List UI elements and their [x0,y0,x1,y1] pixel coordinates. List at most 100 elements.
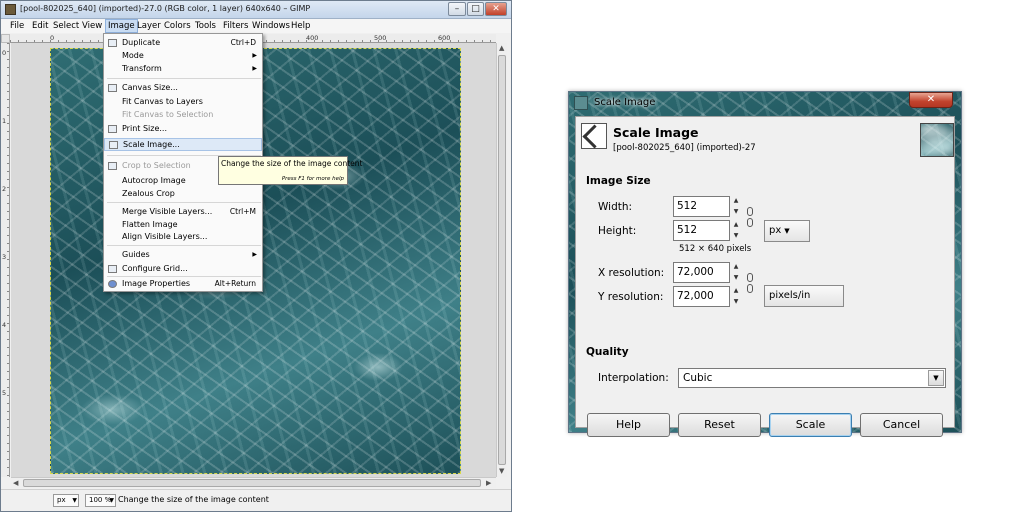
menu-item-mode[interactable]: Mode ▶ [104,50,262,63]
maximize-button[interactable]: □ [467,2,484,16]
scroll-left-arrow-icon[interactable]: ◀ [13,479,18,487]
gimp-app-icon [5,4,16,15]
menu-edit[interactable]: Edit [32,21,48,31]
resolution-unit-selector[interactable]: pixels/in [764,285,844,307]
menu-item-label: Print Size... [122,124,167,133]
width-spinner[interactable]: ▲ ▼ [731,196,741,217]
menu-item-print-size[interactable]: Print Size... [104,123,262,136]
interpolation-value: Cubic [683,372,713,384]
menu-separator [107,276,261,277]
menu-separator [107,245,261,246]
menu-item-accel: Alt+Return [214,279,256,288]
y-resolution-spinner[interactable]: ▲ ▼ [731,286,741,307]
menu-filters[interactable]: Filters [223,21,248,31]
scroll-right-arrow-icon[interactable]: ▶ [486,479,491,487]
submenu-arrow-icon: ▶ [252,52,257,59]
x-resolution-input[interactable]: 72,000 [673,262,730,283]
width-label: Width: [598,201,633,213]
menu-item-label: Crop to Selection [122,161,191,170]
menu-tools[interactable]: Tools [195,21,216,31]
dialog-app-icon [574,96,588,110]
menu-image[interactable]: Image [105,19,138,33]
scale-button[interactable]: Scale [769,413,852,437]
size-chain-link-icon[interactable] [745,205,755,235]
menu-item-label: Canvas Size... [122,83,178,92]
menu-item-label: Mode [122,51,144,60]
vertical-scroll-thumb[interactable] [498,55,506,465]
spin-down-icon[interactable]: ▼ [731,297,741,307]
ruler-tick: 2 [2,185,7,193]
close-button[interactable]: ✕ [485,2,507,16]
menu-item-zealous-crop[interactable]: Zealous Crop [104,188,262,201]
menu-item-label: Fit Canvas to Selection [122,110,214,119]
menu-help[interactable]: Help [291,21,310,31]
menu-item-label: Merge Visible Layers... [122,207,213,216]
scale-arrow-icon [581,123,607,149]
menu-item-label: Guides [122,250,150,259]
spin-up-icon[interactable]: ▲ [731,220,741,230]
reset-button[interactable]: Reset [678,413,761,437]
menu-item-label: Image Properties [122,279,191,288]
spin-down-icon[interactable]: ▼ [731,207,741,217]
menu-item-image-properties[interactable]: Image Properties Alt+Return [104,278,262,291]
menu-file[interactable]: File [10,21,24,31]
menu-item-configure-grid[interactable]: Configure Grid... [104,263,262,276]
interpolation-select[interactable]: Cubic ▼ [678,368,946,388]
dialog-title-bar[interactable]: Scale Image ✕ [569,92,961,114]
size-unit-selector[interactable]: px ▼ [764,220,810,242]
spin-down-icon[interactable]: ▼ [731,231,741,241]
menu-item-label: Transform [122,64,162,73]
spin-up-icon[interactable]: ▲ [731,286,741,296]
chevron-down-icon[interactable]: ▼ [928,370,944,386]
menu-colors[interactable]: Colors [164,21,191,31]
menu-item-merge-visible[interactable]: Merge Visible Layers... Ctrl+M [104,206,262,219]
spin-up-icon[interactable]: ▲ [731,196,741,206]
unit-selector[interactable]: px ▼ [53,494,79,507]
y-resolution-input[interactable]: 72,000 [673,286,730,307]
menu-item-accel: Ctrl+M [229,207,256,216]
spin-up-icon[interactable]: ▲ [731,262,741,272]
menu-item-fit-canvas-layers[interactable]: Fit Canvas to Layers [104,96,262,109]
width-input[interactable]: 512 [673,196,730,217]
menu-item-transform[interactable]: Transform ▶ [104,63,262,76]
zoom-value: 100 % [89,496,112,504]
menu-windows[interactable]: Windows [252,21,290,31]
height-spinner[interactable]: ▲ ▼ [731,220,741,241]
menu-view[interactable]: View [82,21,102,31]
print-size-icon [108,125,117,133]
zoom-selector[interactable]: 100 % ▼ [85,494,116,507]
unit-value: px [57,496,66,504]
quality-section-title: Quality [586,346,629,358]
ruler-tick: 600 [438,34,451,42]
dialog-window-title: Scale Image [594,97,656,108]
menu-item-align-visible[interactable]: Align Visible Layers... [104,231,262,244]
menu-select[interactable]: Select [53,21,79,31]
menu-layer[interactable]: Layer [137,21,161,31]
scroll-down-arrow-icon[interactable]: ▼ [499,467,504,475]
vertical-ruler[interactable]: 0 1 2 3 4 5 [1,43,10,477]
tooltip: Change the size of the image content Pre… [218,156,362,185]
horizontal-scroll-thumb[interactable] [23,479,481,487]
horizontal-scrollbar[interactable]: ◀ ▶ [11,477,496,488]
vertical-scrollbar[interactable]: ▲ ▼ [496,43,507,477]
menu-item-canvas-size[interactable]: Canvas Size... [104,82,262,95]
dialog-close-button[interactable]: ✕ [909,92,953,108]
menu-item-label: Duplicate [122,38,161,47]
spin-down-icon[interactable]: ▼ [731,273,741,283]
interpolation-label: Interpolation: [598,372,669,384]
menu-item-label: Align Visible Layers... [122,232,208,241]
cancel-button[interactable]: Cancel [860,413,943,437]
menu-item-duplicate[interactable]: Duplicate Ctrl+D [104,37,262,50]
menu-item-guides[interactable]: Guides ▶ [104,249,262,262]
menu-item-scale-image[interactable]: Scale Image... [104,138,262,151]
menu-item-accel: Ctrl+D [230,38,256,47]
help-button[interactable]: Help [587,413,670,437]
height-input[interactable]: 512 [673,220,730,241]
menu-item-label: Zealous Crop [122,189,175,198]
pixel-dimensions-info: 512 × 640 pixels [679,244,752,254]
scroll-up-arrow-icon[interactable]: ▲ [499,44,504,52]
resolution-chain-link-icon[interactable] [745,271,755,301]
minimize-button[interactable]: – [448,2,466,16]
ruler-corner[interactable] [1,34,10,43]
x-resolution-spinner[interactable]: ▲ ▼ [731,262,741,283]
